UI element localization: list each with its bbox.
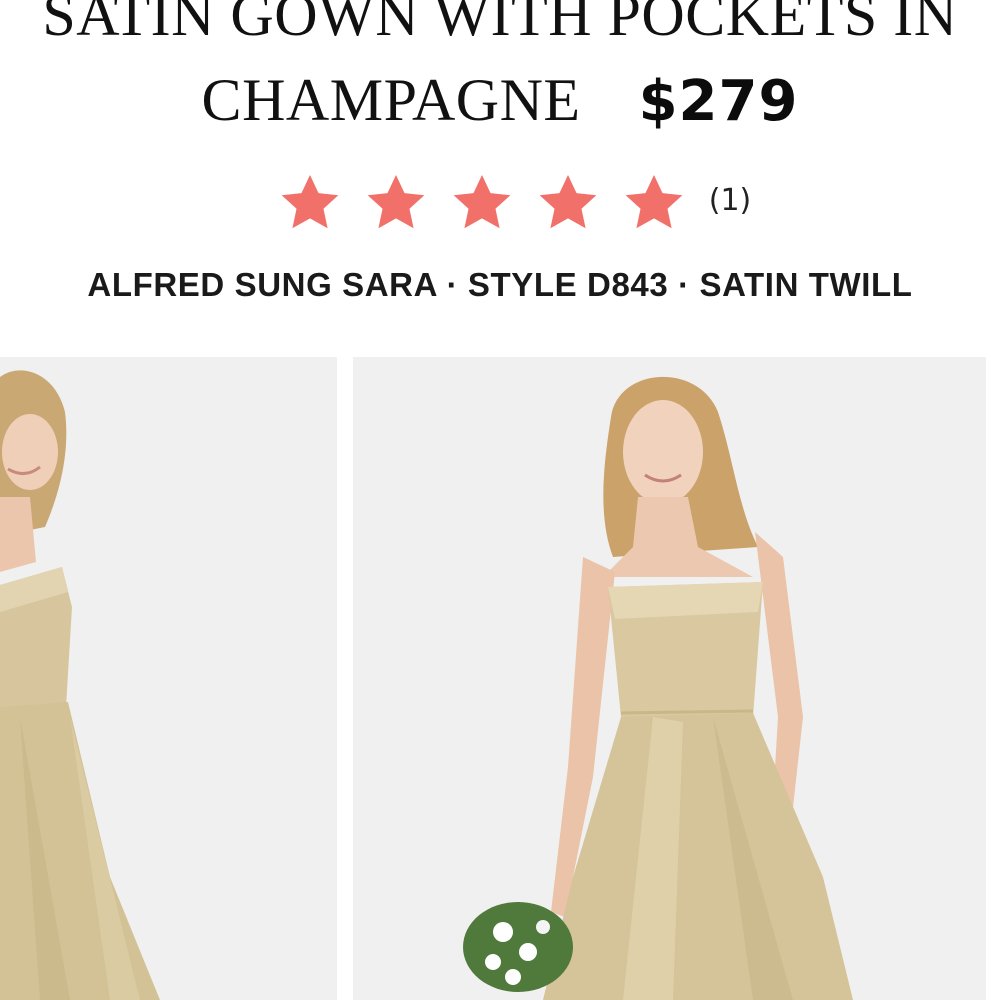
product-title-text: CHAMPAGNE — [201, 67, 581, 133]
star-icon — [363, 170, 429, 236]
product-title-line-2: CHAMPAGNE $279 — [0, 62, 1000, 138]
product-photo-front-view[interactable] — [353, 357, 986, 1000]
star-rating — [277, 170, 687, 236]
product-title-line-1: SATIN GOWN WITH POCKETS IN — [0, 0, 1000, 50]
product-photo-front-view-icon — [353, 357, 986, 1000]
product-meta: ALFRED SUNG SARA · STYLE D843 · SATIN TW… — [87, 266, 913, 303]
star-icon — [535, 170, 601, 236]
product-photo-side-view[interactable] — [0, 357, 337, 1000]
star-icon — [621, 170, 687, 236]
product-photo-side-view-icon — [0, 357, 337, 1000]
star-icon — [449, 170, 515, 236]
product-price: $279 — [638, 69, 799, 134]
star-icon — [277, 170, 343, 236]
product-rating[interactable]: (1) — [0, 168, 1000, 238]
review-count-link[interactable]: (1) — [709, 183, 752, 218]
product-title-text: SATIN GOWN WITH POCKETS IN — [42, 0, 958, 48]
